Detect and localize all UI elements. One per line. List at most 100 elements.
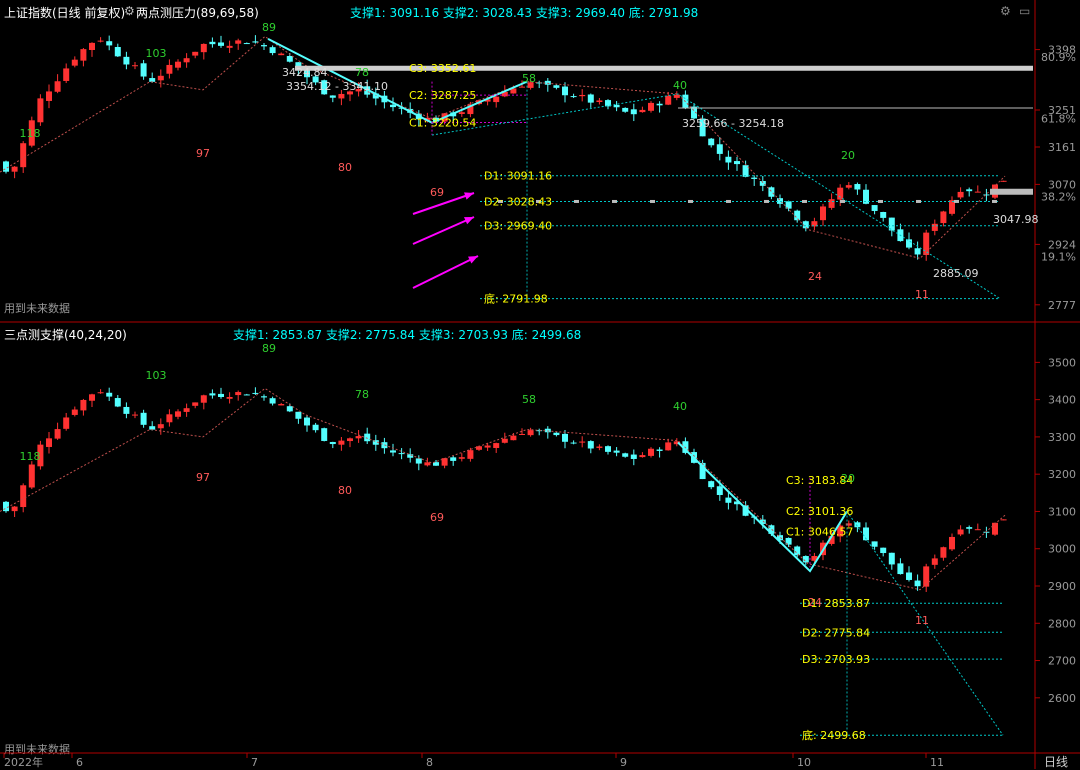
top-low-label: 80 <box>338 161 352 174</box>
bottom-candle-body <box>579 441 586 443</box>
top-candle-body <box>871 205 878 211</box>
pct-tick-label: 61.8% <box>1041 113 1076 126</box>
bottom-candle-body <box>854 522 861 528</box>
top-candle-body <box>931 223 938 231</box>
bottom-candle-body <box>931 558 938 565</box>
top-candle-body <box>114 47 121 57</box>
top-candle-body <box>716 144 723 154</box>
bottom-candle-body <box>261 396 267 398</box>
top-candle-body <box>20 143 27 168</box>
bottom-candle-body <box>940 547 947 558</box>
top-candle-body <box>648 102 654 111</box>
bottom-candle-body <box>880 547 887 554</box>
top-candle-body <box>493 96 500 103</box>
x-tick-label: 2022年 <box>4 755 43 769</box>
bottom-candle-body <box>871 541 878 547</box>
top-d2-dot <box>650 199 655 203</box>
top-candle-body <box>587 94 594 103</box>
top-candle-body <box>54 81 61 92</box>
bottom-candle-body <box>226 396 233 399</box>
bottom-candle-body <box>708 481 715 488</box>
top-candle-body <box>278 53 285 56</box>
top-c2-label: C2: 3287.25 <box>409 89 476 102</box>
bottom-candle-body <box>923 566 930 587</box>
bottom-candle-body <box>63 417 70 429</box>
x-tick-label: 8 <box>426 756 433 769</box>
bottom-zigzag-line <box>0 387 1006 591</box>
bottom-candle-body <box>630 454 637 459</box>
top-candle-body <box>1000 180 1007 182</box>
bottom-candle-body <box>415 458 422 464</box>
bottom-candle-body <box>914 580 921 587</box>
bottom-candle-body <box>157 424 164 429</box>
bottom-candle-body <box>725 497 732 503</box>
top-candle-body <box>80 49 87 61</box>
top-wave-label: 58 <box>522 72 536 85</box>
top-low-label: 69 <box>430 186 444 199</box>
bottom-c2-label: C2: 3101.36 <box>786 505 853 518</box>
bottom-candle-body <box>622 453 629 457</box>
bottom-wave-label: 89 <box>262 342 276 355</box>
top-d2-dot <box>916 199 921 203</box>
bottom-candle-body <box>424 462 431 466</box>
top-candle-body <box>132 65 138 67</box>
top-candle-body <box>37 98 44 123</box>
bottom-wave-label: 118 <box>20 450 41 463</box>
top-d2-dot <box>612 199 617 203</box>
top-candle-body <box>11 166 18 172</box>
top-candle-body <box>235 40 242 44</box>
y-tick-label: 2800 <box>1048 617 1076 630</box>
bottom-candle-body <box>613 450 620 453</box>
top-last-price: 3047.98 <box>993 213 1039 226</box>
top-candle-body <box>665 95 672 105</box>
bottom-candle-body <box>450 457 457 461</box>
x-tick-label: 10 <box>797 756 811 769</box>
top-candle-body <box>983 194 990 196</box>
bottom-candle-body <box>553 432 560 436</box>
top-d2-label: D2: 3028.43 <box>484 195 552 208</box>
top-range2-price: 3259.66 - 3254.18 <box>682 117 784 130</box>
bottom-candle-body <box>46 438 52 447</box>
top-candle-body <box>630 109 637 115</box>
top-candle-body <box>854 184 861 190</box>
bottom-candle-body <box>656 449 663 451</box>
top-candle-body <box>579 94 586 97</box>
y-tick-label: 3161 <box>1048 141 1076 154</box>
top-candle-body <box>596 100 603 103</box>
top-d2-dot <box>688 199 693 203</box>
top-candle-body <box>89 42 95 50</box>
y-tick-label: 2700 <box>1048 655 1076 668</box>
bottom-candle-body <box>501 438 508 443</box>
top-d2-dot <box>726 199 731 203</box>
bottom-candle-body <box>166 414 173 423</box>
y-tick-label: 3070 <box>1048 178 1076 191</box>
top-candle-body <box>329 95 336 98</box>
bottom-candle-body <box>596 446 603 448</box>
bottom-candle-body <box>304 417 310 426</box>
top-candle-body <box>553 85 560 88</box>
top-d2-dot <box>840 199 845 203</box>
bottom-candle-body <box>312 424 319 431</box>
bottom-candle-body <box>1000 519 1007 521</box>
bottom-candle-body <box>716 486 723 495</box>
chart-window: 上证指数(日线 前复权) ⚙ 两点测压力(89,69,58) 支撑1: 3091… <box>0 0 1080 769</box>
top-candle-body <box>828 199 835 208</box>
top-candle-body <box>192 51 199 56</box>
top-candle-body <box>966 189 973 192</box>
y-tick-label: 3100 <box>1048 505 1076 518</box>
top-candle-body <box>269 47 276 54</box>
pct-tick-label: 38.2% <box>1041 191 1076 204</box>
top-bottom-label: 底: 2791.98 <box>484 292 548 306</box>
bottom-candle-body <box>794 546 801 556</box>
top-candle-body <box>957 191 964 198</box>
top-candle-body <box>183 58 190 63</box>
bottom-candle-body <box>278 404 285 406</box>
bottom-wave-label: 78 <box>355 388 369 401</box>
top-candle-body <box>458 112 465 114</box>
bottom-candle-body <box>347 438 353 442</box>
bottom-candle-body <box>398 453 405 455</box>
top-candle-body <box>837 187 844 200</box>
top-candle-body <box>544 80 551 85</box>
top-wave-label: 20 <box>841 149 855 162</box>
top-candle-body <box>149 78 156 82</box>
